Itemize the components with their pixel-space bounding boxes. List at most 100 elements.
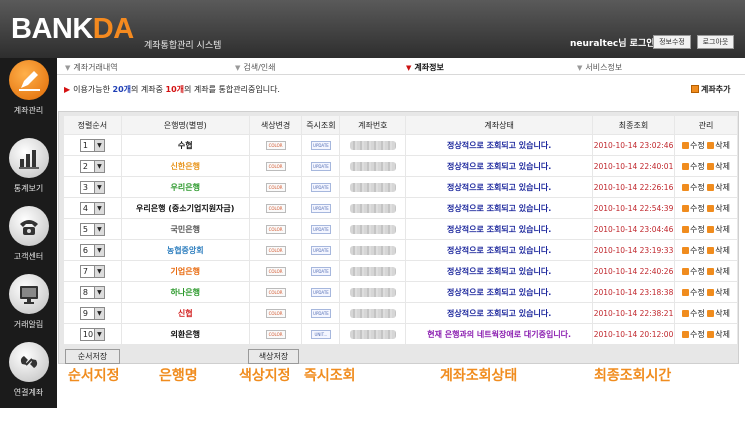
delete-button[interactable]: 삭제 [707, 309, 730, 318]
edit-button[interactable]: 수정 [682, 309, 705, 318]
tab-service-info[interactable]: ▼ 서비스정보 [577, 62, 622, 73]
color-button[interactable]: COLOR [265, 266, 286, 276]
color-button[interactable]: COLOR [265, 287, 286, 297]
edit-button[interactable]: 수정 [682, 141, 705, 150]
delete-button[interactable]: 삭제 [707, 204, 730, 213]
color-button[interactable]: COLOR [265, 329, 286, 339]
instant-query-cell: UPDATE [302, 135, 340, 155]
tab-transaction-history[interactable]: ▼ 계좌거래내역 [65, 62, 118, 73]
order-select[interactable]: 8 ▼ [79, 285, 105, 299]
tab-account-info[interactable]: ▼ 계좌정보 [406, 62, 444, 73]
edit-button[interactable]: 수정 [682, 183, 705, 192]
tab-label: 서비스정보 [585, 63, 623, 72]
instant-query-button[interactable]: UPDATE [310, 161, 331, 171]
table-row: 6 ▼ 농협중앙회 COLOR UPDATE 정상적으로 조회되고 있습니다. 2010-1… [64, 240, 737, 260]
order-select[interactable]: 4 ▼ [79, 201, 105, 215]
edit-icon [682, 267, 689, 275]
delete-button[interactable]: 삭제 [707, 162, 730, 171]
chevron-down-icon: ▼ [93, 286, 104, 298]
bank-name-cell: 외환은행 [121, 324, 249, 344]
instant-query-button[interactable]: UPDATE [310, 140, 331, 150]
annotation-color: 색상지정 [239, 368, 291, 384]
instant-query-button[interactable]: UPDATE [310, 245, 331, 255]
color-change-cell: COLOR [249, 282, 302, 302]
color-button[interactable]: COLOR [265, 245, 286, 255]
sidebar-item-account-management[interactable]: 계좌관리 [0, 60, 57, 116]
bank-name: 하나은행 [170, 287, 200, 297]
save-order-button[interactable]: 순서저장 [65, 349, 120, 364]
blurred-account-number [349, 308, 396, 318]
delete-button[interactable]: 삭제 [707, 288, 730, 297]
edit-profile-button[interactable]: 정보수정 [653, 35, 691, 49]
color-button[interactable]: COLOR [265, 161, 286, 171]
order-cell: 9 ▼ [64, 303, 121, 323]
order-select[interactable]: 10 ▼ [79, 327, 105, 341]
link-icon [8, 342, 49, 382]
order-select[interactable]: 9 ▼ [79, 306, 105, 320]
order-select[interactable]: 6 ▼ [79, 243, 105, 257]
bank-name: 국민은행 [170, 224, 200, 234]
edit-button[interactable]: 수정 [682, 288, 705, 297]
instant-query-button[interactable]: UNIT... [310, 329, 331, 339]
logout-button[interactable]: 로그아웃 [697, 35, 734, 49]
triangle-down-icon: ▼ [235, 64, 241, 72]
sidebar-item-transaction-alerts[interactable]: 거래알림 [0, 274, 57, 330]
delete-button[interactable]: 삭제 [707, 225, 730, 234]
edit-button[interactable]: 수정 [682, 330, 705, 339]
order-select[interactable]: 5 ▼ [79, 222, 105, 236]
instant-query-button[interactable]: UPDATE [310, 266, 331, 276]
edit-button[interactable]: 수정 [682, 204, 705, 213]
edit-icon [682, 183, 689, 191]
account-number-cell [340, 240, 406, 260]
order-value: 6 [82, 245, 88, 255]
color-button[interactable]: COLOR [265, 182, 286, 192]
add-account-button[interactable]: 계좌추가 [691, 84, 730, 95]
delete-button[interactable]: 삭제 [707, 246, 730, 255]
sidebar-label: 고객센터 [13, 252, 44, 261]
sidebar-item-statistics[interactable]: 통계보기 [0, 138, 57, 194]
bar-chart-icon [8, 138, 49, 178]
account-number-cell [340, 261, 406, 281]
color-change-cell: COLOR [249, 261, 302, 281]
tab-search-print[interactable]: ▼ 검색/인쇄 [235, 62, 276, 73]
instant-query-button[interactable]: UPDATE [310, 287, 331, 297]
order-cell: 7 ▼ [64, 261, 121, 281]
order-value: 5 [82, 224, 88, 234]
instant-query-button[interactable]: UPDATE [310, 308, 331, 318]
edit-button[interactable]: 수정 [682, 162, 705, 171]
delete-button[interactable]: 삭제 [707, 183, 730, 192]
color-button[interactable]: COLOR [265, 203, 286, 213]
order-select[interactable]: 2 ▼ [79, 159, 105, 173]
order-value: 3 [82, 182, 88, 192]
bank-name-cell: 우리은행 [121, 177, 249, 197]
color-button[interactable]: COLOR [265, 224, 286, 234]
delete-button[interactable]: 삭제 [707, 141, 730, 150]
order-select[interactable]: 1 ▼ [79, 138, 105, 152]
instant-query-button[interactable]: UPDATE [310, 224, 331, 234]
edit-button[interactable]: 수정 [682, 246, 705, 255]
account-status-text: 정상적으로 조회되고 있습니다. [447, 245, 552, 255]
order-select[interactable]: 7 ▼ [79, 264, 105, 278]
sidebar-item-customer-center[interactable]: 고객센터 [0, 206, 57, 262]
instant-query-cell: UPDATE [302, 156, 340, 176]
sidebar-item-linked-accounts[interactable]: 연결계좌 [0, 342, 57, 398]
bankda-logo[interactable]: BANKDA [11, 14, 134, 44]
delete-button[interactable]: 삭제 [707, 330, 730, 339]
header-color-change: 색상변경 [249, 116, 302, 134]
logo-accent-text: DA [92, 13, 134, 45]
instant-query-button[interactable]: UPDATE [310, 182, 331, 192]
account-table: 정렬순서 은행명(별명) 색상변경 즉시조회 계좌번호 계좌상태 최종조회 관리… [63, 115, 738, 345]
instant-query-button[interactable]: UPDATE [310, 203, 331, 213]
color-button[interactable]: COLOR [265, 140, 286, 150]
color-button[interactable]: COLOR [265, 308, 286, 318]
edit-button[interactable]: 수정 [682, 267, 705, 276]
order-select[interactable]: 3 ▼ [79, 180, 105, 194]
last-query-time: 2010-10-14 23:02:46 [593, 140, 674, 150]
delete-button[interactable]: 삭제 [707, 267, 730, 276]
order-value: 10 [82, 329, 94, 339]
blurred-account-number [349, 161, 396, 171]
account-status-text: 정상적으로 조회되고 있습니다. [447, 182, 552, 192]
sidebar-label: 연결계좌 [13, 388, 44, 397]
save-color-button[interactable]: 색상저장 [248, 349, 299, 364]
edit-button[interactable]: 수정 [682, 225, 705, 234]
